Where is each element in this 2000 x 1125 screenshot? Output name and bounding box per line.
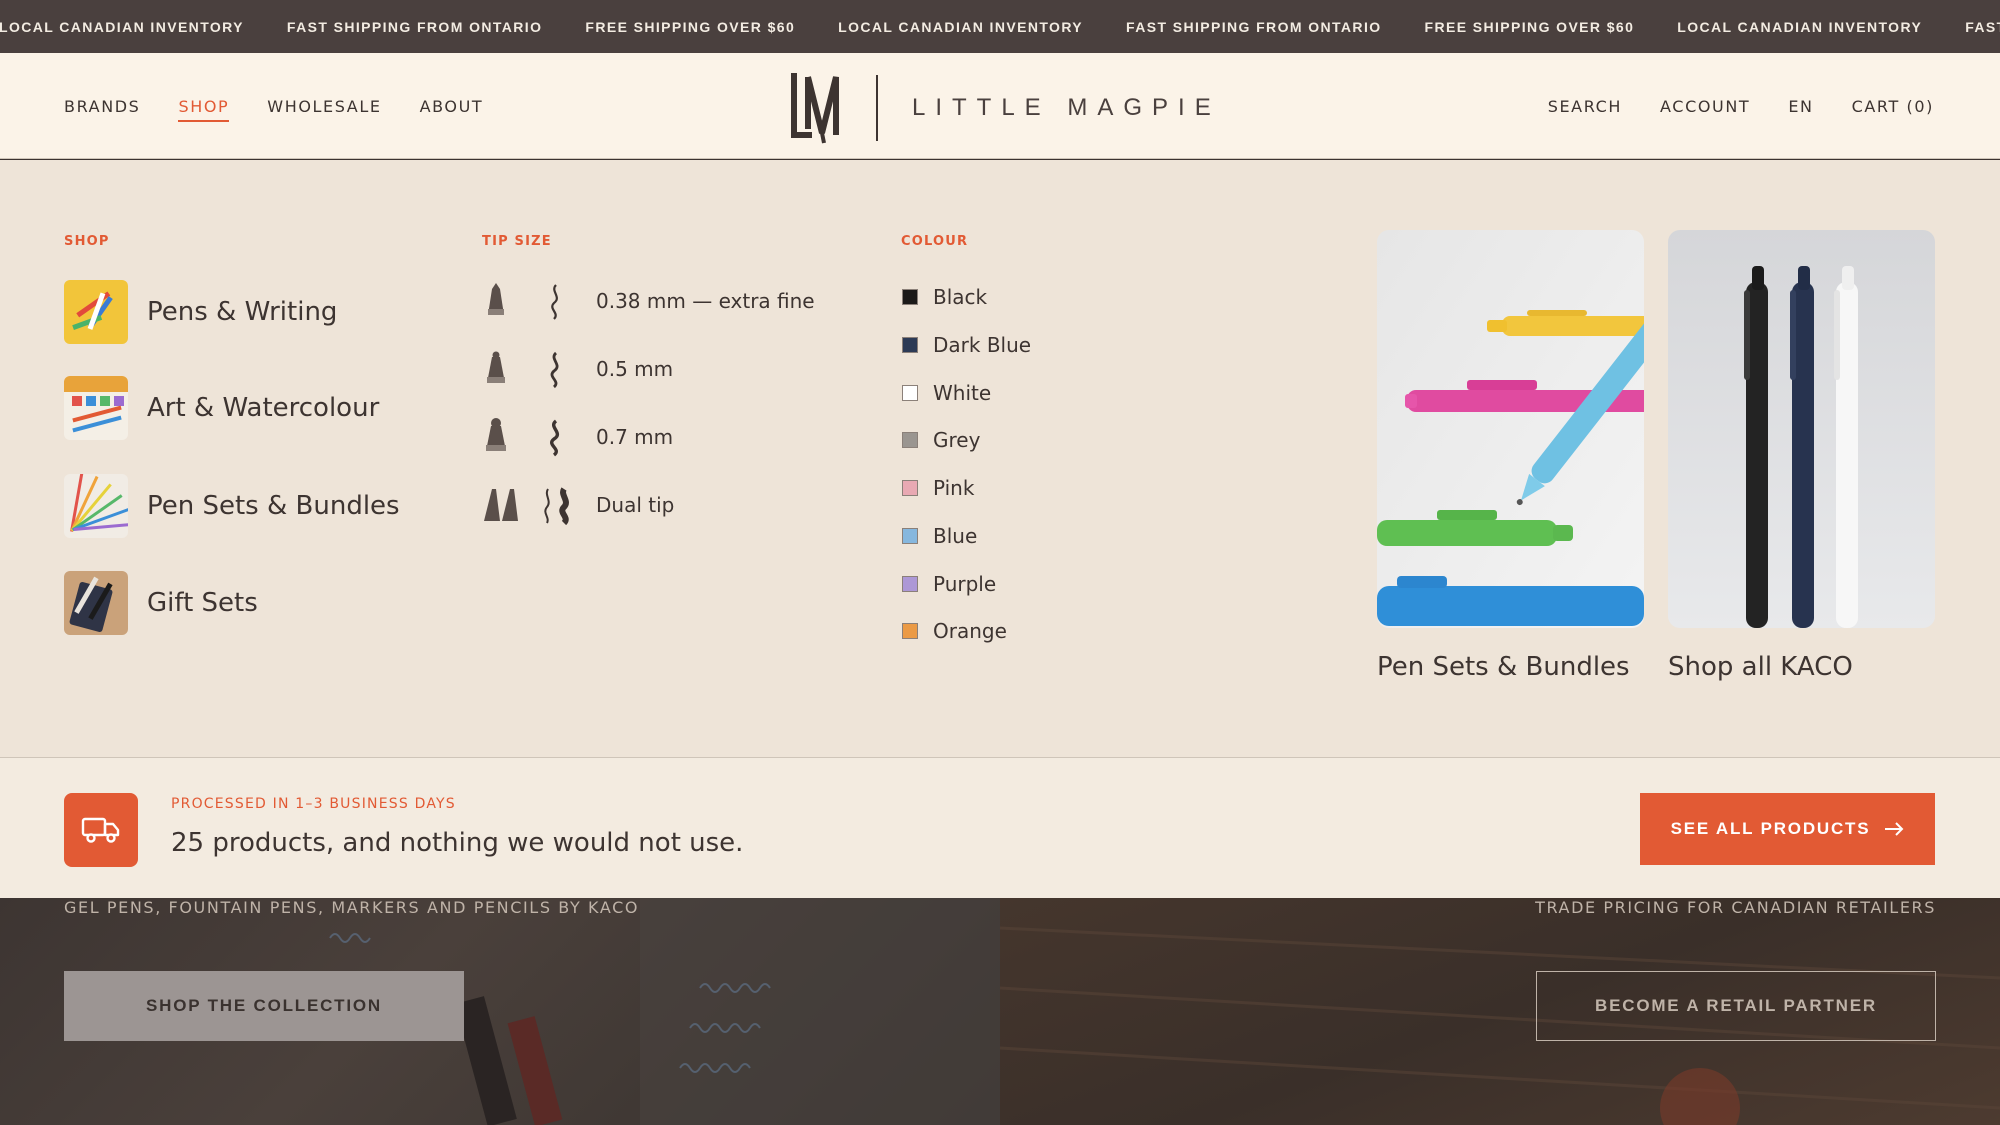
bold-tip-icon (484, 417, 596, 457)
colour-blue[interactable]: Blue (902, 524, 977, 548)
nav-search[interactable]: SEARCH (1548, 93, 1622, 120)
nav-about[interactable]: ABOUT (420, 93, 484, 120)
colour-orange[interactable]: Orange (902, 619, 1007, 643)
colour-swatch (902, 623, 918, 639)
announcement-item: LOCAL CANADIAN INVENTORY (838, 18, 1084, 35)
promo-caption: Shop all KACO (1668, 652, 1853, 682)
colour-label: Black (933, 285, 988, 309)
announcement-item: FAST SHIPPING FROM ONTARIO (1965, 18, 2000, 35)
colour-label: Orange (933, 619, 1007, 643)
announcement-track: LOCAL CANADIAN INVENTORY FAST SHIPPING F… (0, 0, 2000, 53)
site-header: BRANDS SHOP WHOLESALE ABOUT LITTLE MAGPI… (0, 53, 2000, 159)
tip-size-label: 0.7 mm (596, 425, 674, 449)
shop-item-label: Pen Sets & Bundles (147, 491, 400, 521)
logo-divider (876, 75, 878, 141)
utility-nav: SEARCH ACCOUNT EN CART (0) (1548, 53, 1934, 159)
hero-section: GEL PENS, FOUNTAIN PENS, MARKERS AND PEN… (0, 898, 2000, 1125)
hero-right-caption: TRADE PRICING FOR CANADIAN RETAILERS (1535, 898, 1936, 917)
tip-size-column-title: TIP SIZE (482, 234, 552, 249)
hero-left-caption: GEL PENS, FOUNTAIN PENS, MARKERS AND PEN… (64, 898, 640, 917)
colour-white[interactable]: White (902, 381, 991, 405)
colour-swatch (902, 528, 918, 544)
gift-sets-thumbnail (64, 571, 128, 635)
medium-tip-icon (484, 349, 596, 389)
tip-size-0-7[interactable]: 0.7 mm (484, 417, 673, 457)
colour-label: Grey (933, 428, 981, 452)
nav-account[interactable]: ACCOUNT (1660, 93, 1750, 120)
pens-writing-thumbnail (64, 280, 128, 344)
colour-black[interactable]: Black (902, 285, 987, 309)
colour-purple[interactable]: Purple (902, 572, 996, 596)
hero-left-panel: GEL PENS, FOUNTAIN PENS, MARKERS AND PEN… (0, 898, 1000, 1125)
arrow-right-icon (1885, 822, 1904, 836)
colour-label: Pink (933, 476, 975, 500)
extra-fine-tip-icon (484, 281, 596, 321)
lm-monogram-icon (791, 73, 839, 144)
shop-item-art-watercolour[interactable]: Art & Watercolour (64, 376, 379, 440)
shop-mega-menu: SHOP Pens & Writing Art & Watercolour Pe… (0, 160, 2000, 757)
art-watercolour-thumbnail (64, 376, 128, 440)
shipping-info-strip: PROCESSED IN 1–3 BUSINESS DAYS 25 produc… (0, 757, 2000, 898)
colour-swatch (902, 432, 918, 448)
promo-card-shop-kaco[interactable]: Shop all KACO (1668, 230, 1935, 682)
shop-item-pens-writing[interactable]: Pens & Writing (64, 280, 337, 344)
dual-tip-icon (484, 485, 596, 526)
shop-item-gift-sets[interactable]: Gift Sets (64, 571, 258, 635)
colour-label: Purple (933, 572, 997, 596)
truck-icon (81, 817, 120, 843)
announcement-item: FAST SHIPPING FROM ONTARIO (286, 18, 543, 35)
colour-column-title: COLOUR (901, 234, 969, 249)
colour-pink[interactable]: Pink (902, 476, 974, 500)
shop-item-pen-sets-bundles[interactable]: Pen Sets & Bundles (64, 474, 400, 538)
see-all-products-button[interactable]: SEE ALL PRODUCTS (1640, 793, 1935, 865)
shop-item-label: Pens & Writing (147, 297, 338, 327)
promo-caption: Pen Sets & Bundles (1377, 652, 1630, 682)
see-all-products-label: SEE ALL PRODUCTS (1670, 819, 1871, 838)
shop-collection-button[interactable]: SHOP THE COLLECTION (64, 971, 464, 1041)
shop-column-title: SHOP (64, 234, 110, 249)
truck-icon-badge (64, 793, 138, 867)
colour-swatch (902, 385, 918, 401)
logo-wordmark: LITTLE MAGPIE (912, 94, 1221, 121)
shipping-kicker: PROCESSED IN 1–3 BUSINESS DAYS (171, 796, 456, 812)
tip-size-label: 0.38 mm — extra fine (596, 289, 815, 313)
nav-shop[interactable]: SHOP (178, 93, 230, 122)
nav-cart[interactable]: CART (0) (1852, 93, 1934, 120)
announcement-item: LOCAL CANADIAN INVENTORY (1677, 18, 1923, 35)
colour-label: Dark Blue (933, 333, 1032, 357)
announcement-item: FAST SHIPPING FROM ONTARIO (1126, 18, 1382, 35)
kaco-promo-image (1668, 230, 1935, 628)
tip-size-label: Dual tip (596, 493, 675, 517)
tip-size-0-5[interactable]: 0.5 mm (484, 349, 673, 389)
tip-size-extra-fine[interactable]: 0.38 mm — extra fine (484, 281, 815, 321)
retail-partner-button[interactable]: BECOME A RETAIL PARTNER (1536, 971, 1936, 1041)
announcement-item: FREE SHIPPING OVER $60 (585, 18, 796, 35)
pen-sets-thumbnail (64, 474, 128, 538)
announcement-item: LOCAL CANADIAN INVENTORY (0, 18, 244, 35)
primary-nav: BRANDS SHOP WHOLESALE ABOUT (64, 53, 483, 159)
colour-grey[interactable]: Grey (902, 428, 980, 452)
shipping-text: 25 products, and nothing we would not us… (171, 828, 744, 858)
colour-swatch (902, 337, 918, 353)
announcement-item: FREE SHIPPING OVER $60 (1424, 18, 1635, 35)
tip-size-dual[interactable]: Dual tip (484, 485, 675, 526)
tip-size-label: 0.5 mm (596, 357, 674, 381)
nav-language[interactable]: EN (1788, 93, 1813, 120)
pen-sets-promo-image (1377, 230, 1644, 628)
announcement-bar: LOCAL CANADIAN INVENTORY FAST SHIPPING F… (0, 0, 2000, 53)
site-logo[interactable]: LITTLE MAGPIE (790, 68, 1221, 148)
promo-card-pen-sets[interactable]: Pen Sets & Bundles (1377, 230, 1644, 682)
colour-label: Blue (933, 524, 978, 548)
nav-brands[interactable]: BRANDS (64, 93, 140, 120)
colour-swatch (902, 480, 918, 496)
colour-swatch (902, 576, 918, 592)
colour-label: White (933, 381, 992, 405)
shop-item-label: Gift Sets (147, 588, 258, 618)
colour-dark-blue[interactable]: Dark Blue (902, 333, 1031, 357)
nav-wholesale[interactable]: WHOLESALE (267, 93, 381, 120)
shop-item-label: Art & Watercolour (147, 393, 380, 423)
colour-swatch (902, 289, 918, 305)
